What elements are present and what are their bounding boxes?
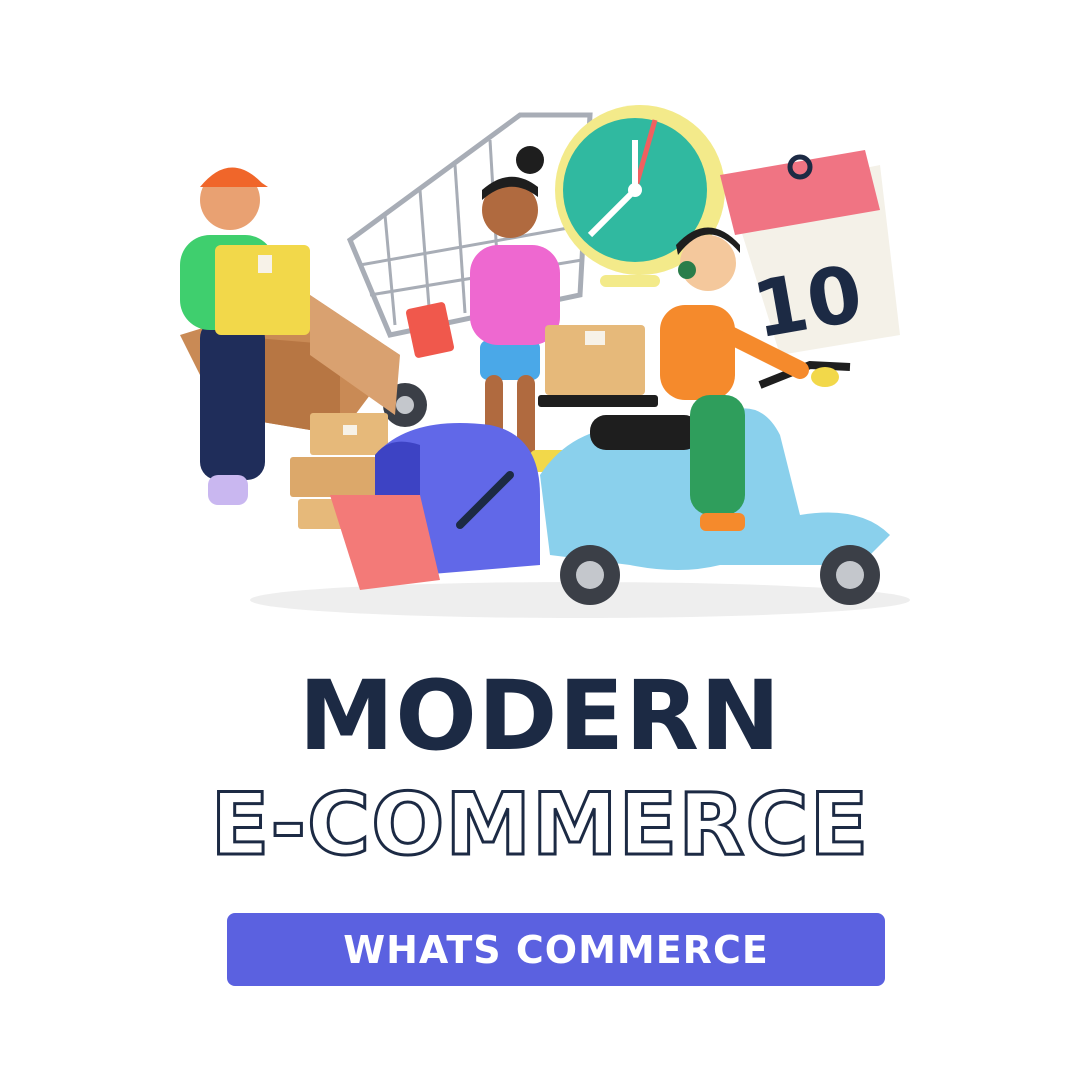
brand-badge-label: WHATS COMMERCE bbox=[343, 927, 769, 972]
scooter-boxes-icon bbox=[538, 325, 658, 407]
headline-primary: MODERN bbox=[298, 660, 782, 772]
headline-secondary: E-COMMERCE bbox=[209, 775, 870, 875]
hero-illustration: 10 bbox=[160, 95, 920, 635]
brand-badge: WHATS COMMERCE bbox=[227, 913, 885, 986]
calendar-icon: 10 bbox=[720, 150, 900, 357]
calendar-day-number: 10 bbox=[746, 249, 869, 356]
